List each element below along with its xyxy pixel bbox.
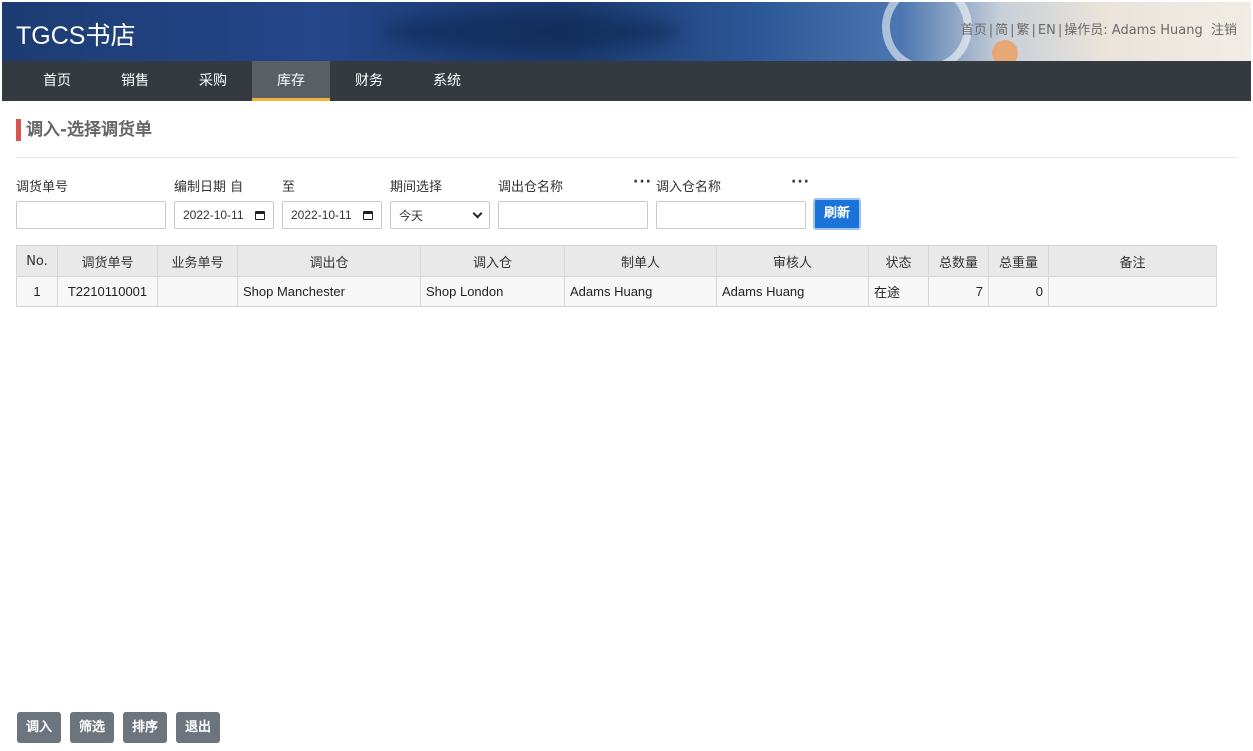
banner-decoration xyxy=(992,40,1018,61)
transfer-table: No. 调货单号 业务单号 调出仓 调入仓 制单人 审核人 状态 总数量 总重量… xyxy=(16,245,1217,307)
date-from-input[interactable]: 2022-10-11 xyxy=(174,201,274,229)
col-header-no[interactable]: No. xyxy=(16,245,58,277)
exit-button[interactable]: 退出 xyxy=(176,712,221,743)
in-warehouse-label: 调入仓名称 xyxy=(656,180,722,195)
transfer-no-input[interactable] xyxy=(16,201,166,229)
period-selected-value: 今天 xyxy=(399,208,424,223)
refresh-button[interactable]: 刷新 xyxy=(813,198,861,230)
period-select[interactable]: 今天 xyxy=(390,201,490,229)
in-warehouse-input[interactable] xyxy=(656,201,806,229)
brand-logo: TGCS书店 xyxy=(16,22,136,50)
header-banner: TGCS书店 首页 | 简 | 繁 | EN | 操作员: Adams Huang 注销 xyxy=(2,2,1251,61)
col-header-out-warehouse[interactable]: 调出仓 xyxy=(237,245,421,277)
nav-item-system[interactable]: 系统 xyxy=(408,61,486,101)
link-english[interactable]: EN xyxy=(1038,23,1056,38)
col-header-reviewer[interactable]: 审核人 xyxy=(716,245,869,277)
out-warehouse-label: 调出仓名称 xyxy=(498,180,564,195)
cell-maker: Adams Huang xyxy=(564,276,717,307)
out-warehouse-input[interactable] xyxy=(498,201,648,229)
col-header-total-weight[interactable]: 总重量 xyxy=(988,245,1049,277)
link-home[interactable]: 首页 xyxy=(961,23,987,38)
cell-business-no xyxy=(157,276,238,307)
cell-status: 在途 xyxy=(868,276,929,307)
action-bar: 调入 筛选 排序 退出 xyxy=(17,712,221,743)
out-warehouse-picker-button[interactable]: ··· xyxy=(633,174,652,190)
cell-total-weight: 0 xyxy=(988,276,1049,307)
cell-no: 1 xyxy=(16,276,58,307)
col-header-remark[interactable]: 备注 xyxy=(1048,245,1217,277)
calendar-icon[interactable] xyxy=(363,210,373,220)
col-header-transfer-no[interactable]: 调货单号 xyxy=(57,245,158,277)
cell-remark xyxy=(1048,276,1217,307)
date-to-label: 至 xyxy=(282,180,296,195)
main-nav: 首页 销售 采购 库存 财务 系统 xyxy=(2,61,1251,101)
transfer-no-label: 调货单号 xyxy=(16,180,69,195)
page-title: 调入-选择调货单 xyxy=(16,119,152,141)
table-header-row: No. 调货单号 业务单号 调出仓 调入仓 制单人 审核人 状态 总数量 总重量… xyxy=(16,245,1217,277)
top-links: 首页 | 简 | 繁 | EN | 操作员: Adams Huang 注销 xyxy=(960,23,1237,38)
chevron-down-icon xyxy=(472,208,483,218)
date-to-value: 2022-10-11 xyxy=(291,208,352,222)
in-warehouse-picker-button[interactable]: ··· xyxy=(791,174,810,190)
transfer-in-button[interactable]: 调入 xyxy=(17,712,62,743)
logout-link[interactable]: 注销 xyxy=(1211,23,1237,38)
date-from-value: 2022-10-11 xyxy=(183,208,244,222)
col-header-maker[interactable]: 制单人 xyxy=(564,245,717,277)
period-label: 期间选择 xyxy=(390,180,443,195)
nav-item-inventory[interactable]: 库存 xyxy=(252,61,330,101)
cell-reviewer: Adams Huang xyxy=(716,276,869,307)
cell-out-warehouse: Shop Manchester xyxy=(237,276,421,307)
date-to-input[interactable]: 2022-10-11 xyxy=(282,201,382,229)
banner-decoration xyxy=(382,12,682,52)
nav-item-finance[interactable]: 财务 xyxy=(330,61,408,101)
nav-item-sales[interactable]: 销售 xyxy=(96,61,174,101)
title-divider xyxy=(16,157,1237,158)
cell-transfer-no: T2210110001 xyxy=(57,276,158,307)
calendar-icon[interactable] xyxy=(255,210,265,220)
cell-in-warehouse: Shop London xyxy=(420,276,565,307)
sort-button[interactable]: 排序 xyxy=(123,712,168,743)
operator-label: 操作员: xyxy=(1064,23,1108,38)
col-header-in-warehouse[interactable]: 调入仓 xyxy=(420,245,565,277)
operator-name: Adams Huang xyxy=(1111,23,1203,38)
nav-item-home[interactable]: 首页 xyxy=(18,61,96,101)
filter-button[interactable]: 筛选 xyxy=(70,712,115,743)
col-header-status[interactable]: 状态 xyxy=(868,245,929,277)
table-row[interactable]: 1 T2210110001 Shop Manchester Shop Londo… xyxy=(16,276,1217,307)
col-header-business-no[interactable]: 业务单号 xyxy=(157,245,238,277)
date-from-label: 编制日期 自 xyxy=(174,180,244,195)
col-header-total-qty[interactable]: 总数量 xyxy=(928,245,989,277)
link-simplified-chinese[interactable]: 简 xyxy=(995,23,1008,38)
link-traditional-chinese[interactable]: 繁 xyxy=(1017,23,1030,38)
nav-item-purchase[interactable]: 采购 xyxy=(174,61,252,101)
cell-total-qty: 7 xyxy=(928,276,989,307)
